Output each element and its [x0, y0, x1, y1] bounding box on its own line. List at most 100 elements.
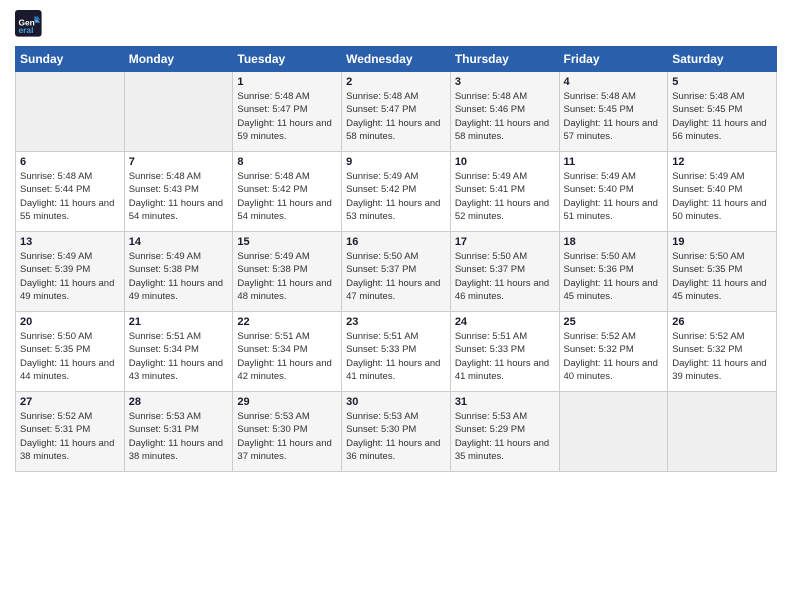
calendar-cell: 4 Sunrise: 5:48 AMSunset: 5:45 PMDaylight…: [559, 72, 668, 152]
day-number: 31: [455, 396, 555, 408]
calendar-cell: 13 Sunrise: 5:49 AMSunset: 5:39 PMDayligh…: [16, 232, 125, 312]
weekday-header-saturday: Saturday: [668, 47, 777, 72]
day-number: 6: [20, 156, 120, 168]
day-number: 26: [672, 316, 772, 328]
calendar-cell: 24 Sunrise: 5:51 AMSunset: 5:33 PMDayligh…: [450, 312, 559, 392]
calendar-cell: 3 Sunrise: 5:48 AMSunset: 5:46 PMDaylight…: [450, 72, 559, 152]
calendar-cell: 28Sunrise: 5:53 AMSunset: 5:31 PMDayligh…: [124, 392, 233, 472]
day-number: 20: [20, 316, 120, 328]
day-number: 15: [237, 236, 337, 248]
calendar-cell: 19 Sunrise: 5:50 AMSunset: 5:35 PMDayligh…: [668, 232, 777, 312]
day-info: Sunrise: 5:53 AMSunset: 5:30 PMDaylight:…: [237, 410, 337, 463]
calendar-cell: 31 Sunrise: 5:53 AMSunset: 5:29 PMDayligh…: [450, 392, 559, 472]
day-number: 21: [129, 316, 229, 328]
calendar-week-row: 1 Sunrise: 5:48 AMSunset: 5:47 PMDaylight…: [16, 72, 777, 152]
weekday-header-friday: Friday: [559, 47, 668, 72]
day-info: Sunrise: 5:48 AMSunset: 5:45 PMDaylight:…: [564, 90, 664, 143]
day-number: 13: [20, 236, 120, 248]
day-number: 18: [564, 236, 664, 248]
day-number: 22: [237, 316, 337, 328]
day-number: 8: [237, 156, 337, 168]
day-info: Sunrise: 5:48 AMSunset: 5:44 PMDaylight:…: [20, 170, 120, 223]
day-info: Sunrise: 5:50 AMSunset: 5:35 PMDaylight:…: [20, 330, 120, 383]
weekday-header-wednesday: Wednesday: [342, 47, 451, 72]
calendar-cell: 10Sunrise: 5:49 AMSunset: 5:41 PMDayligh…: [450, 152, 559, 232]
day-number: 4: [564, 76, 664, 88]
weekday-header-sunday: Sunday: [16, 47, 125, 72]
calendar-cell: 17 Sunrise: 5:50 AMSunset: 5:37 PMDayligh…: [450, 232, 559, 312]
day-info: Sunrise: 5:48 AMSunset: 5:42 PMDaylight:…: [237, 170, 337, 223]
calendar-cell: [16, 72, 125, 152]
day-number: 19: [672, 236, 772, 248]
day-info: Sunrise: 5:52 AMSunset: 5:32 PMDaylight:…: [672, 330, 772, 383]
calendar-cell: 21 Sunrise: 5:51 AMSunset: 5:34 PMDayligh…: [124, 312, 233, 392]
day-number: 1: [237, 76, 337, 88]
day-info: Sunrise: 5:49 AMSunset: 5:39 PMDaylight:…: [20, 250, 120, 303]
page-container: Gen eral SundayMondayTuesdayWednesdayThu…: [0, 0, 792, 482]
calendar-cell: 15 Sunrise: 5:49 AMSunset: 5:38 PMDayligh…: [233, 232, 342, 312]
calendar-week-row: 27 Sunrise: 5:52 AMSunset: 5:31 PMDayligh…: [16, 392, 777, 472]
day-number: 27: [20, 396, 120, 408]
day-number: 12: [672, 156, 772, 168]
calendar-cell: 6 Sunrise: 5:48 AMSunset: 5:44 PMDaylight…: [16, 152, 125, 232]
day-info: Sunrise: 5:48 AMSunset: 5:47 PMDaylight:…: [237, 90, 337, 143]
day-info: Sunrise: 5:49 AMSunset: 5:40 PMDaylight:…: [564, 170, 664, 223]
calendar-cell: 2Sunrise: 5:48 AMSunset: 5:47 PMDaylight…: [342, 72, 451, 152]
calendar-cell: 20 Sunrise: 5:50 AMSunset: 5:35 PMDayligh…: [16, 312, 125, 392]
svg-text:eral: eral: [19, 25, 34, 35]
calendar-cell: 5Sunrise: 5:48 AMSunset: 5:45 PMDaylight…: [668, 72, 777, 152]
calendar-cell: 14Sunrise: 5:49 AMSunset: 5:38 PMDayligh…: [124, 232, 233, 312]
day-number: 23: [346, 316, 446, 328]
day-info: Sunrise: 5:51 AMSunset: 5:33 PMDaylight:…: [455, 330, 555, 383]
day-info: Sunrise: 5:51 AMSunset: 5:34 PMDaylight:…: [129, 330, 229, 383]
day-number: 29: [237, 396, 337, 408]
calendar-week-row: 6 Sunrise: 5:48 AMSunset: 5:44 PMDaylight…: [16, 152, 777, 232]
day-info: Sunrise: 5:49 AMSunset: 5:42 PMDaylight:…: [346, 170, 446, 223]
day-number: 28: [129, 396, 229, 408]
day-info: Sunrise: 5:48 AMSunset: 5:43 PMDaylight:…: [129, 170, 229, 223]
calendar-cell: 25 Sunrise: 5:52 AMSunset: 5:32 PMDayligh…: [559, 312, 668, 392]
day-info: Sunrise: 5:49 AMSunset: 5:38 PMDaylight:…: [237, 250, 337, 303]
calendar-table: SundayMondayTuesdayWednesdayThursdayFrid…: [15, 46, 777, 472]
day-info: Sunrise: 5:51 AMSunset: 5:34 PMDaylight:…: [237, 330, 337, 383]
logo: Gen eral: [15, 10, 47, 38]
day-number: 10: [455, 156, 555, 168]
logo-icon: Gen eral: [15, 10, 43, 38]
day-info: Sunrise: 5:53 AMSunset: 5:29 PMDaylight:…: [455, 410, 555, 463]
calendar-cell: 27 Sunrise: 5:52 AMSunset: 5:31 PMDayligh…: [16, 392, 125, 472]
calendar-cell: 23Sunrise: 5:51 AMSunset: 5:33 PMDayligh…: [342, 312, 451, 392]
day-number: 24: [455, 316, 555, 328]
calendar-header-row: SundayMondayTuesdayWednesdayThursdayFrid…: [16, 47, 777, 72]
calendar-week-row: 20 Sunrise: 5:50 AMSunset: 5:35 PMDayligh…: [16, 312, 777, 392]
day-info: Sunrise: 5:48 AMSunset: 5:46 PMDaylight:…: [455, 90, 555, 143]
page-header: Gen eral: [15, 10, 777, 38]
calendar-cell: 11Sunrise: 5:49 AMSunset: 5:40 PMDayligh…: [559, 152, 668, 232]
day-number: 25: [564, 316, 664, 328]
day-info: Sunrise: 5:49 AMSunset: 5:40 PMDaylight:…: [672, 170, 772, 223]
day-info: Sunrise: 5:52 AMSunset: 5:32 PMDaylight:…: [564, 330, 664, 383]
day-number: 3: [455, 76, 555, 88]
calendar-cell: [668, 392, 777, 472]
calendar-cell: [559, 392, 668, 472]
calendar-cell: 18Sunrise: 5:50 AMSunset: 5:36 PMDayligh…: [559, 232, 668, 312]
day-number: 9: [346, 156, 446, 168]
day-info: Sunrise: 5:50 AMSunset: 5:37 PMDaylight:…: [455, 250, 555, 303]
calendar-cell: 26 Sunrise: 5:52 AMSunset: 5:32 PMDayligh…: [668, 312, 777, 392]
calendar-week-row: 13 Sunrise: 5:49 AMSunset: 5:39 PMDayligh…: [16, 232, 777, 312]
calendar-cell: 30Sunrise: 5:53 AMSunset: 5:30 PMDayligh…: [342, 392, 451, 472]
day-number: 17: [455, 236, 555, 248]
calendar-cell: 29 Sunrise: 5:53 AMSunset: 5:30 PMDayligh…: [233, 392, 342, 472]
calendar-cell: 12 Sunrise: 5:49 AMSunset: 5:40 PMDayligh…: [668, 152, 777, 232]
calendar-cell: 1 Sunrise: 5:48 AMSunset: 5:47 PMDaylight…: [233, 72, 342, 152]
day-number: 2: [346, 76, 446, 88]
day-info: Sunrise: 5:52 AMSunset: 5:31 PMDaylight:…: [20, 410, 120, 463]
day-info: Sunrise: 5:49 AMSunset: 5:38 PMDaylight:…: [129, 250, 229, 303]
calendar-cell: 16Sunrise: 5:50 AMSunset: 5:37 PMDayligh…: [342, 232, 451, 312]
weekday-header-monday: Monday: [124, 47, 233, 72]
weekday-header-tuesday: Tuesday: [233, 47, 342, 72]
calendar-cell: 9 Sunrise: 5:49 AMSunset: 5:42 PMDaylight…: [342, 152, 451, 232]
calendar-cell: [124, 72, 233, 152]
weekday-header-thursday: Thursday: [450, 47, 559, 72]
day-info: Sunrise: 5:50 AMSunset: 5:35 PMDaylight:…: [672, 250, 772, 303]
calendar-cell: 8 Sunrise: 5:48 AMSunset: 5:42 PMDaylight…: [233, 152, 342, 232]
